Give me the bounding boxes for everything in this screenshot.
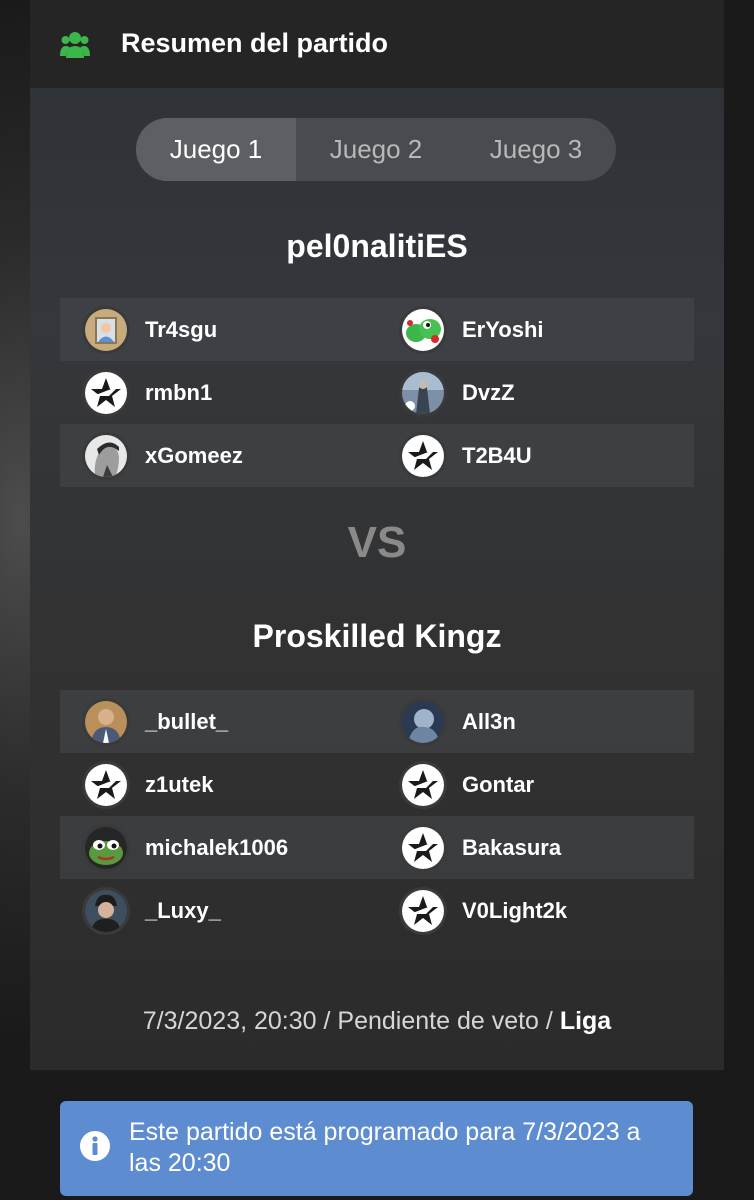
- player-avatar: [82, 697, 130, 746]
- notice-text: Este partido está programado para 7/3/20…: [129, 1118, 641, 1177]
- player-avatar: [399, 823, 447, 872]
- panel-header: Resumen del partido: [30, 0, 724, 88]
- player-name: ErYoshi: [462, 316, 544, 342]
- player-entry[interactable]: rmbn1: [82, 361, 212, 424]
- player-name: michalek1006: [145, 834, 289, 860]
- team2-name[interactable]: Proskilled Kingz: [30, 618, 724, 655]
- match-summary-panel: Resumen del partido Juego 1 Juego 2 Jueg…: [30, 0, 724, 1070]
- player-name: DvzZ: [462, 379, 515, 405]
- info-icon: [80, 1131, 110, 1161]
- player-entry[interactable]: Bakasura: [399, 816, 561, 879]
- game-tabs: Juego 1 Juego 2 Juego 3: [136, 118, 616, 181]
- player-entry[interactable]: Gontar: [399, 753, 534, 816]
- player-avatar: [399, 697, 447, 746]
- player-avatar: [399, 760, 447, 809]
- player-avatar: [82, 431, 130, 480]
- team2-roster: _bullet_ All3n z1utek Gontar michalek100…: [60, 690, 694, 942]
- player-entry[interactable]: V0Light2k: [399, 879, 567, 942]
- versus-label: VS: [347, 518, 407, 567]
- player-avatar: [399, 368, 447, 417]
- player-entry[interactable]: michalek1006: [82, 816, 288, 879]
- player-name: xGomeez: [145, 442, 243, 468]
- player-name: Gontar: [462, 771, 535, 797]
- player-entry[interactable]: Tr4sgu: [82, 298, 217, 361]
- player-name: z1utek: [145, 771, 214, 797]
- roster-row: Tr4sgu ErYoshi: [60, 298, 694, 361]
- roster-row: michalek1006 Bakasura: [60, 816, 694, 879]
- schedule-notice: Este partido está programado para 7/3/20…: [60, 1101, 693, 1196]
- player-entry[interactable]: ErYoshi: [399, 298, 544, 361]
- player-name: All3n: [462, 708, 516, 734]
- team1-name[interactable]: pel0nalitiES: [30, 228, 724, 265]
- match-datetime: 7/3/2023, 20:30: [142, 1007, 317, 1035]
- player-entry[interactable]: _Luxy_: [82, 879, 221, 942]
- tab-game-1[interactable]: Juego 1: [136, 118, 296, 181]
- player-name: Bakasura: [462, 834, 562, 860]
- player-entry[interactable]: xGomeez: [82, 424, 243, 487]
- player-name: rmbn1: [145, 379, 213, 405]
- roster-row: z1utek Gontar: [60, 753, 694, 816]
- match-meta: 7/3/2023, 20:30 / Pendiente de veto / Li…: [30, 1007, 724, 1036]
- player-avatar: [82, 823, 130, 872]
- meta-separator: /: [538, 1007, 560, 1035]
- player-avatar: [399, 305, 447, 354]
- match-status: Pendiente de veto: [337, 1007, 539, 1035]
- roster-row: _bullet_ All3n: [60, 690, 694, 753]
- player-entry[interactable]: T2B4U: [399, 424, 532, 487]
- player-name: Tr4sgu: [145, 316, 218, 342]
- player-entry[interactable]: All3n: [399, 690, 516, 753]
- roster-row: _Luxy_ V0Light2k: [60, 879, 694, 942]
- roster-row: xGomeez T2B4U: [60, 424, 694, 487]
- player-name: _bullet_: [145, 708, 229, 734]
- player-avatar: [82, 305, 130, 354]
- team1-roster: Tr4sgu ErYoshi rmbn1 DvzZ xGomeez T2B4U: [60, 298, 694, 487]
- tab-game-2[interactable]: Juego 2: [296, 118, 456, 181]
- page: Resumen del partido Juego 1 Juego 2 Jueg…: [0, 0, 754, 1200]
- competition-link[interactable]: Liga: [560, 1007, 611, 1035]
- player-entry[interactable]: z1utek: [82, 753, 213, 816]
- player-name: _Luxy_: [145, 897, 221, 923]
- panel-title: Resumen del partido: [121, 28, 389, 58]
- player-avatar: [82, 368, 130, 417]
- roster-row: rmbn1 DvzZ: [60, 361, 694, 424]
- player-entry[interactable]: DvzZ: [399, 361, 515, 424]
- player-avatar: [82, 760, 130, 809]
- tab-game-3[interactable]: Juego 3: [456, 118, 616, 181]
- meta-separator: /: [316, 1007, 338, 1035]
- player-name: T2B4U: [462, 442, 532, 468]
- users-icon: [60, 32, 90, 58]
- player-avatar: [82, 886, 130, 935]
- player-entry[interactable]: _bullet_: [82, 690, 228, 753]
- player-avatar: [399, 431, 447, 480]
- player-avatar: [399, 886, 447, 935]
- player-name: V0Light2k: [462, 897, 568, 923]
